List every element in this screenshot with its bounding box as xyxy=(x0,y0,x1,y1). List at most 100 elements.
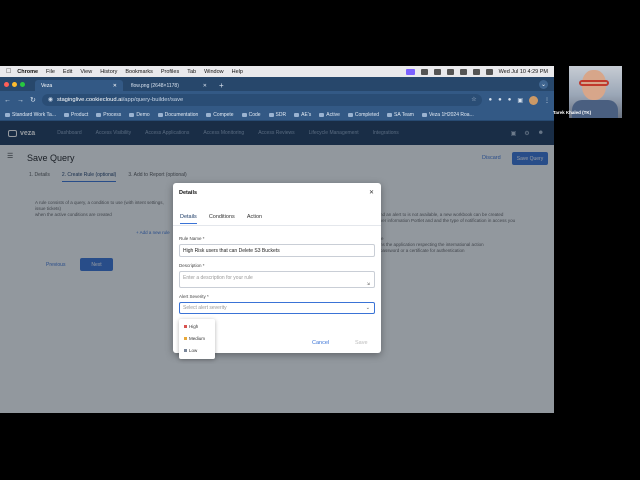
extension-icon[interactable]: ● xyxy=(498,97,502,103)
bookmark-label: Completed xyxy=(354,111,380,118)
close-tab-icon[interactable]: ✕ xyxy=(113,83,117,89)
battery-icon[interactable] xyxy=(446,68,454,75)
bookmark-item[interactable]: Completed xyxy=(347,111,380,118)
dropbox-icon[interactable] xyxy=(433,68,441,75)
menu-bar:  Chrome File Edit View History Bookmark… xyxy=(0,66,554,77)
bookmark-label: Code xyxy=(248,111,261,118)
extensions-puzzle-icon[interactable]: ▣ xyxy=(517,97,523,104)
window-controls xyxy=(4,77,25,91)
bookmark-label: SA Team xyxy=(394,111,414,118)
address-bar[interactable]: ◉ staginglive.cookiecloud.ai /app/query-… xyxy=(41,94,483,106)
url-path: /app/query-builder/save xyxy=(122,97,184,103)
browser-toolbar: ← → ↻ ◉ staginglive.cookiecloud.ai /app/… xyxy=(0,91,554,109)
clock[interactable]: Wed Jul 10 4:29 PM xyxy=(499,69,548,75)
zoom-window-button[interactable] xyxy=(20,81,25,87)
extension-icon[interactable]: ● xyxy=(488,97,492,103)
menu-history[interactable]: History xyxy=(100,69,117,75)
tab-conditions[interactable]: Conditions xyxy=(209,214,235,224)
divider xyxy=(173,225,381,226)
site-info-icon[interactable]: ◉ xyxy=(48,97,53,103)
severity-swatch-icon xyxy=(184,325,187,328)
severity-option-high[interactable]: High xyxy=(184,324,198,329)
folder-icon xyxy=(206,112,212,117)
menu-file[interactable]: File xyxy=(46,69,55,75)
tab-title: Veza xyxy=(41,82,53,89)
rule-name-input[interactable]: High Risk users that can Delete S3 Bucke… xyxy=(179,244,375,257)
screen-share-icon[interactable] xyxy=(405,68,415,75)
bookmark-item[interactable]: Compete xyxy=(206,112,234,118)
severity-option-medium[interactable]: Medium xyxy=(184,336,205,341)
option-label: Medium xyxy=(189,336,206,341)
alert-severity-select[interactable]: Select alert severity ⌄ xyxy=(179,302,375,314)
description-label: Description * xyxy=(179,263,205,268)
bookmark-item[interactable]: Code xyxy=(241,111,261,118)
bookmark-label: AE's xyxy=(301,111,312,118)
bookmark-item[interactable]: Standard Work Ta... xyxy=(5,112,56,118)
bookmark-item[interactable]: AE's xyxy=(294,112,311,118)
tab-details[interactable]: Details xyxy=(180,214,197,224)
minimize-window-button[interactable] xyxy=(12,81,17,87)
tab-search-icon[interactable]: ⌄ xyxy=(539,79,548,89)
bookmark-label: Product xyxy=(71,111,89,118)
bookmark-item[interactable]: SA Team xyxy=(387,112,414,118)
more-menu-icon[interactable]: ⋮ xyxy=(544,97,550,104)
description-textarea[interactable]: Enter a description for your rule ⇲ xyxy=(179,271,375,288)
option-label: High xyxy=(189,324,199,329)
bookmark-label: SDR xyxy=(275,111,287,118)
wifi-icon[interactable] xyxy=(459,68,467,75)
tab-strip: Veza ✕ flow.png (2648×1178) ✕ + ⌄ xyxy=(0,77,554,91)
bookmark-item[interactable]: Veza 1H2024 Roa... xyxy=(421,112,474,118)
menu-help[interactable]: Help xyxy=(232,69,243,75)
search-icon[interactable] xyxy=(472,68,480,75)
modal-tabs: Details Conditions Action xyxy=(180,214,262,224)
severity-swatch-icon xyxy=(184,337,187,340)
modal-title: Details xyxy=(179,190,198,196)
menu-app-name[interactable]: Chrome xyxy=(17,69,38,75)
reload-icon[interactable]: ↻ xyxy=(30,96,36,104)
extension-icons: ● ● ● ▣ ⋮ xyxy=(488,95,550,105)
cancel-button[interactable]: Cancel xyxy=(312,340,329,346)
save-button[interactable]: Save xyxy=(355,340,368,346)
back-icon[interactable]: ← xyxy=(4,97,11,104)
close-icon[interactable]: ✕ xyxy=(369,189,374,196)
folder-icon xyxy=(294,112,300,117)
menu-bookmarks[interactable]: Bookmarks xyxy=(125,69,153,75)
folder-icon xyxy=(157,112,163,117)
tab-veza[interactable]: Veza ✕ xyxy=(35,80,123,91)
profile-avatar[interactable] xyxy=(529,95,538,105)
resize-handle-icon[interactable]: ⇲ xyxy=(367,281,370,286)
menu-window[interactable]: Window xyxy=(204,69,224,75)
folder-icon xyxy=(347,112,353,117)
menu-view[interactable]: View xyxy=(80,69,92,75)
tab-title: flow.png (2648×1178) xyxy=(131,82,179,89)
url-host: staginglive.cookiecloud.ai xyxy=(56,97,123,103)
menu-profiles[interactable]: Profiles xyxy=(161,69,179,75)
folder-icon xyxy=(64,112,70,117)
status-area: Wed Jul 10 4:29 PM xyxy=(405,68,554,75)
zoom-icon[interactable] xyxy=(420,68,428,75)
tab-action[interactable]: Action xyxy=(247,214,262,224)
menu-edit[interactable]: Edit xyxy=(63,69,72,75)
bookmark-item[interactable]: Demo xyxy=(129,112,150,118)
bookmark-item[interactable]: Product xyxy=(64,112,88,118)
bookmarks-bar: Standard Work Ta... Product Process Demo… xyxy=(0,109,554,121)
extension-icon[interactable]: ● xyxy=(508,97,512,103)
bookmark-item[interactable]: Process xyxy=(96,112,121,118)
screen:  Chrome File Edit View History Bookmark… xyxy=(0,0,640,480)
option-label: Low xyxy=(189,348,198,353)
menu-tab[interactable]: Tab xyxy=(187,69,196,75)
severity-option-low[interactable]: Low xyxy=(184,348,197,353)
apple-icon[interactable]:  xyxy=(6,68,11,75)
rule-name-label: Rule Name * xyxy=(179,236,205,241)
control-center-icon[interactable] xyxy=(485,68,493,75)
close-tab-icon[interactable]: ✕ xyxy=(203,83,207,89)
bookmark-item[interactable]: SDR xyxy=(268,111,287,118)
bookmark-item[interactable]: Documentation xyxy=(157,112,198,118)
close-window-button[interactable] xyxy=(4,81,9,87)
bookmark-item[interactable]: Active xyxy=(319,112,340,118)
forward-icon[interactable]: → xyxy=(17,97,24,104)
bookmark-star-icon[interactable]: ☆ xyxy=(471,97,476,103)
bookmark-label: Standard Work Ta... xyxy=(12,111,57,118)
tab-flow-png[interactable]: flow.png (2648×1178) ✕ xyxy=(125,80,213,91)
new-tab-button[interactable]: + xyxy=(215,79,224,91)
